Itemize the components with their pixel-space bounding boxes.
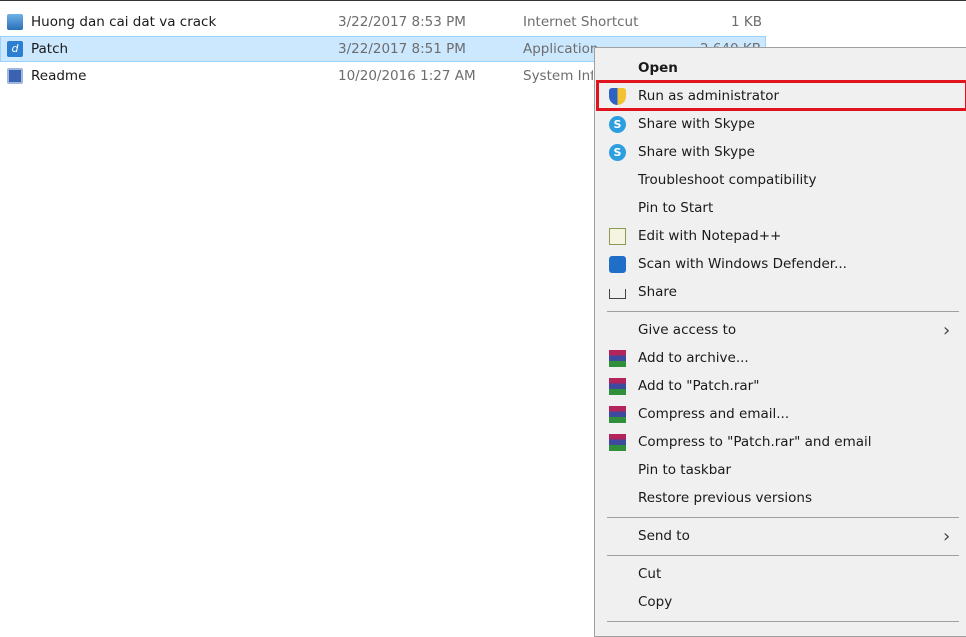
menu-run-as-administrator[interactable]: Run as administrator — [595, 82, 966, 110]
menu-copy[interactable]: Copy — [595, 588, 966, 616]
chevron-right-icon: › — [943, 319, 951, 341]
menu-add-to-archive[interactable]: Add to archive... — [595, 344, 966, 372]
application-icon: d — [7, 41, 23, 57]
top-border — [0, 0, 966, 1]
menu-compress-rar-and-email[interactable]: Compress to "Patch.rar" and email — [595, 428, 966, 456]
menu-pin-to-taskbar[interactable]: Pin to taskbar — [595, 456, 966, 484]
menu-open[interactable]: Open — [595, 54, 966, 82]
menu-compress-and-email[interactable]: Compress and email... — [595, 400, 966, 428]
menu-cut[interactable]: Cut — [595, 560, 966, 588]
menu-share-with-skype[interactable]: S Share with Skype — [595, 110, 966, 138]
menu-add-to-patch-rar[interactable]: Add to "Patch.rar" — [595, 372, 966, 400]
internet-shortcut-icon — [7, 14, 23, 30]
windows-defender-icon — [609, 256, 626, 273]
menu-separator — [595, 550, 966, 560]
skype-icon: S — [609, 144, 626, 161]
winrar-icon — [609, 350, 626, 367]
menu-scan-with-defender[interactable]: Scan with Windows Defender... — [595, 250, 966, 278]
winrar-icon — [609, 406, 626, 423]
menu-share[interactable]: Share — [595, 278, 966, 306]
menu-troubleshoot-compatibility[interactable]: Troubleshoot compatibility — [595, 166, 966, 194]
menu-separator — [595, 306, 966, 316]
winrar-icon — [609, 434, 626, 451]
menu-send-to[interactable]: Send to › — [595, 522, 966, 550]
notepadpp-icon — [609, 228, 626, 245]
file-row[interactable]: Huong dan cai dat va crack 3/22/2017 8:5… — [0, 9, 766, 35]
menu-share-with-skype-2[interactable]: S Share with Skype — [595, 138, 966, 166]
menu-edit-with-notepadpp[interactable]: Edit with Notepad++ — [595, 222, 966, 250]
winrar-icon — [609, 378, 626, 395]
skype-icon: S — [609, 116, 626, 133]
menu-separator — [595, 616, 966, 626]
menu-separator — [595, 512, 966, 522]
context-menu: Open Run as administrator S Share with Sk… — [594, 47, 966, 637]
menu-pin-to-start[interactable]: Pin to Start — [595, 194, 966, 222]
chevron-right-icon: › — [943, 525, 951, 547]
menu-give-access-to[interactable]: Give access to › — [595, 316, 966, 344]
share-icon — [609, 289, 626, 299]
system-info-icon — [7, 68, 23, 84]
uac-shield-icon — [609, 88, 626, 105]
menu-restore-previous-versions[interactable]: Restore previous versions — [595, 484, 966, 512]
